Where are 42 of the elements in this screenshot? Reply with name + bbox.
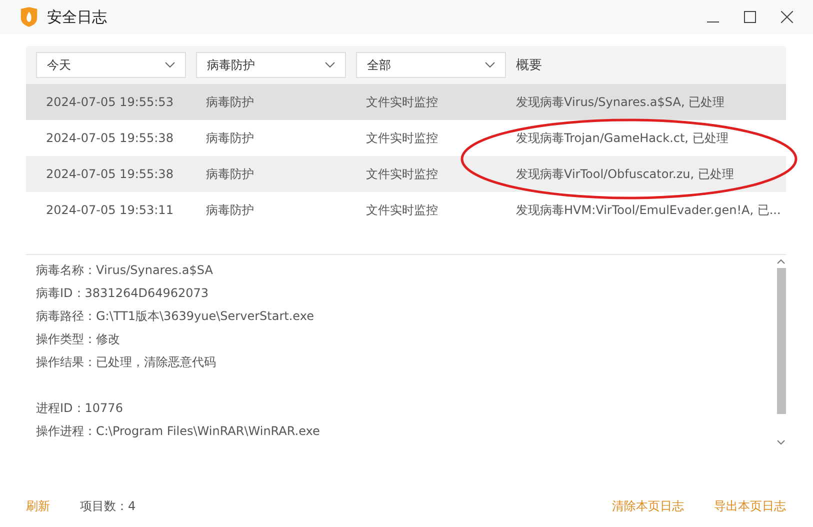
scroll-up-icon[interactable]	[777, 259, 785, 264]
detail-line: 病毒ID：3831264D64962073	[36, 286, 209, 300]
table-cell-text: 2024-07-05 19:55:53	[45, 95, 174, 109]
log-row[interactable]: 2024-07-05 19:55:38 病毒防护 文件实时监控 发现病毒Trojan/GameHack.ct, 已处理	[26, 120, 786, 156]
table-cell-text: 文件实时监控	[366, 94, 439, 110]
close-icon[interactable]	[781, 11, 793, 23]
filter-dropdown[interactable]: 病毒防护	[196, 52, 346, 78]
detail-line: 进程ID：10776	[36, 401, 123, 415]
detail-line: 操作类型：修改	[36, 332, 120, 346]
detail-line: 操作进程：C:\Program Files\WinRAR\WinRAR.exe	[36, 424, 320, 438]
table-cell-text: 发现病毒HVM:VirTool/EmulEvader.gen!A, 已...	[516, 202, 782, 218]
table-cell-text: 病毒防护	[206, 202, 255, 218]
scroll-down-icon[interactable]	[777, 440, 785, 445]
log-row[interactable]: 2024-07-05 19:55:38 病毒防护 文件实时监控 发现病毒VirTool/Obfuscator.zu, 已处理	[26, 156, 786, 192]
detail-line: 病毒名称：Virus/Synares.a$SA	[36, 263, 213, 277]
detail-line: 病毒路径：G:\TT1版本\3639yue\ServerStart.exe	[36, 309, 314, 323]
table-cell-text: 2024-07-05 19:55:38	[45, 131, 174, 145]
chevron-down-icon	[325, 62, 335, 68]
scrollbar-thumb[interactable]	[776, 268, 786, 414]
filter-dropdown[interactable]: 今天	[36, 52, 186, 78]
table-cell-text: 病毒防护	[206, 94, 255, 110]
table-cell-text: 发现病毒Virus/Synares.a$SA, 已处理	[516, 94, 726, 110]
window-title: 安全日志	[47, 8, 107, 26]
column-header: 概要	[516, 57, 542, 74]
table-cell-text: 文件实时监控	[366, 166, 439, 182]
table-cell-text: 2024-07-05 19:55:38	[45, 167, 174, 181]
detail-line: 操作结果：已处理，清除恶意代码	[36, 355, 216, 369]
chevron-down-icon	[485, 62, 495, 68]
table-cell-text: 2024-07-05 19:53:11	[45, 203, 174, 217]
log-row[interactable]: 2024-07-05 19:53:11 病毒防护 文件实时监控 发现病毒HVM:VirTool/EmulEvader.gen!A, 已...	[26, 192, 786, 228]
table-cell-text: 病毒防护	[206, 130, 255, 146]
maximize-icon[interactable]	[744, 11, 756, 23]
filter-dropdown[interactable]: 全部	[356, 52, 506, 78]
item-count: 项目数：4	[80, 498, 136, 514]
log-row[interactable]: 2024-07-05 19:55:53 病毒防护 文件实时监控 发现病毒Virus/Synares.a$SA, 已处理	[26, 84, 786, 120]
table-cell-text: 发现病毒Trojan/GameHack.ct, 已处理	[516, 130, 730, 146]
table-cell-text: 文件实时监控	[366, 202, 439, 218]
chevron-down-icon	[165, 62, 175, 68]
table-cell-text: 病毒防护	[206, 166, 255, 182]
table-cell-text: 发现病毒VirTool/Obfuscator.zu, 已处理	[516, 166, 735, 182]
shield-flame-icon	[20, 7, 38, 27]
table-cell-text: 文件实时监控	[366, 130, 439, 146]
